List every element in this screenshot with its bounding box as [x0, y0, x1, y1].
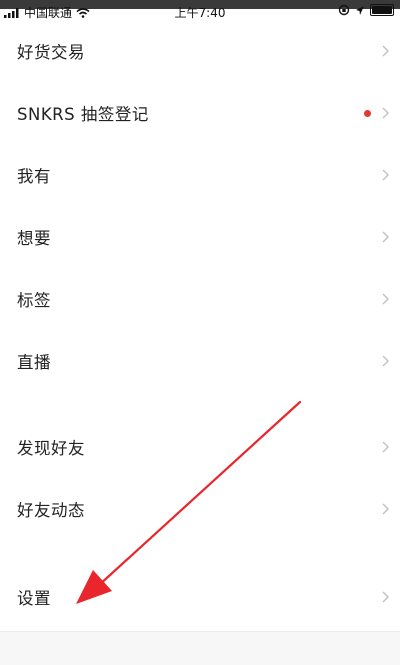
menu-item-haohuo-jiaoyi[interactable]: 好货交易	[0, 20, 400, 82]
menu-item-haoyou-dongtai[interactable]: 好友动态	[0, 478, 400, 540]
location-icon	[356, 5, 364, 15]
menu-item-biaoqian[interactable]: 标签	[0, 268, 400, 330]
menu-item-label: 标签	[17, 291, 51, 310]
menu-item-label: 好货交易	[17, 43, 85, 62]
chevron-right-icon	[382, 355, 390, 367]
menu-item-label: 发现好友	[17, 439, 85, 458]
menu-item-faxian-haoyou[interactable]: 发现好友	[0, 416, 400, 478]
chevron-right-icon	[382, 169, 390, 181]
menu-item-snkrs-draw[interactable]: SNKRS 抽签登记	[0, 82, 400, 144]
notification-dot	[364, 110, 371, 117]
menu-item-label: 我有	[17, 167, 51, 186]
chevron-right-icon	[382, 107, 390, 119]
bottom-bar	[0, 631, 400, 665]
menu-item-label: 好友动态	[17, 501, 85, 520]
menu-item-xiang-yao[interactable]: 想要	[0, 206, 400, 268]
menu-item-label: 直播	[17, 353, 51, 372]
chevron-right-icon	[382, 591, 390, 603]
chevron-right-icon	[382, 231, 390, 243]
status-right	[338, 4, 394, 16]
menu-item-label: 想要	[17, 229, 51, 248]
menu-item-zhibo[interactable]: 直播	[0, 330, 400, 392]
chevron-right-icon	[382, 441, 390, 453]
battery-icon	[370, 4, 394, 16]
chevron-right-icon	[382, 293, 390, 305]
chevron-right-icon	[382, 45, 390, 57]
lock-rotation-icon	[338, 4, 350, 16]
menu-item-label: 设置	[17, 589, 51, 608]
chevron-right-icon	[382, 503, 390, 515]
status-bar: 中国联通 上午7:40	[0, 0, 400, 20]
menu-item-label: SNKRS 抽签登记	[17, 105, 149, 124]
menu-item-wo-you[interactable]: 我有	[0, 144, 400, 206]
menu-item-shezhi[interactable]: 设置	[0, 566, 400, 628]
